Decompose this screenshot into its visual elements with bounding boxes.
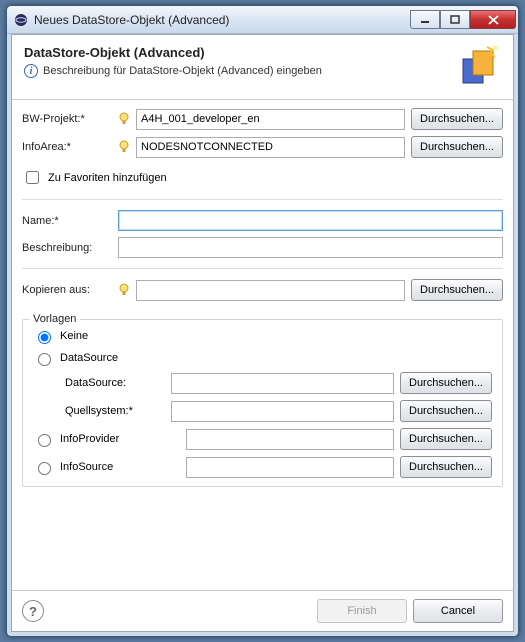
separator [22,268,503,269]
page-title: DataStore-Objekt (Advanced) [24,45,445,60]
template-datasource-radio[interactable]: DataSource [33,350,492,366]
wizard-header: DataStore-Objekt (Advanced) i Beschreibu… [12,35,513,100]
templates-group: Vorlagen Keine DataSource DataSource: Du… [22,319,503,487]
titlebar[interactable]: Neues DataStore-Objekt (Advanced) [7,6,518,34]
browse-datasource-button[interactable]: Durchsuchen... [400,372,492,394]
bw-project-input[interactable] [136,109,405,130]
copy-from-input[interactable] [136,280,405,301]
finish-button[interactable]: Finish [317,599,407,623]
radio-none-label: Keine [60,330,88,342]
favorites-checkbox-input[interactable] [26,171,39,184]
minimize-button[interactable] [410,10,440,29]
browse-infoarea-button[interactable]: Durchsuchen... [411,136,503,158]
window-controls [410,10,516,29]
lightbulb-icon [118,111,130,127]
radio-infosource[interactable] [38,462,51,475]
window-title: Neues DataStore-Objekt (Advanced) [34,13,410,27]
lightbulb-icon [118,139,130,155]
radio-infoprovider[interactable] [38,434,51,447]
browse-copy-from-button[interactable]: Durchsuchen... [411,279,503,301]
close-button[interactable] [470,10,516,29]
dialog-window: Neues DataStore-Objekt (Advanced) DataSt… [6,5,519,637]
radio-infoprovider-label: InfoProvider [60,433,119,445]
datastore-icon [457,45,501,89]
maximize-button[interactable] [440,10,470,29]
separator [22,199,503,200]
favorites-label: Zu Favoriten hinzufügen [48,172,167,184]
radio-infosource-label: InfoSource [60,461,113,473]
templates-group-title: Vorlagen [29,313,80,325]
name-input[interactable] [118,210,503,231]
eclipse-icon [13,12,29,28]
infosource-input[interactable] [186,457,394,478]
cancel-button[interactable]: Cancel [413,599,503,623]
browse-bw-project-button[interactable]: Durchsuchen... [411,108,503,130]
source-system-input[interactable] [171,401,394,422]
lightbulb-icon [118,282,130,298]
description-input[interactable] [118,237,503,258]
template-infoprovider-radio[interactable]: InfoProvider Durchsuchen... [33,428,492,450]
add-to-favorites-checkbox[interactable]: Zu Favoriten hinzufügen [22,164,503,189]
client-area: DataStore-Objekt (Advanced) i Beschreibu… [11,34,514,632]
name-label: Name:* [22,215,112,227]
datasource-input[interactable] [171,373,394,394]
infoarea-input[interactable] [136,137,405,158]
radio-none[interactable] [38,331,51,344]
page-subtitle: Beschreibung für DataStore-Objekt (Advan… [43,65,322,77]
source-system-sublabel: Quellsystem:* [65,405,165,417]
footer: ? Finish Cancel [12,590,513,631]
radio-datasource[interactable] [38,353,51,366]
browse-infoprovider-button[interactable]: Durchsuchen... [400,428,492,450]
browse-infosource-button[interactable]: Durchsuchen... [400,456,492,478]
bw-project-label: BW-Projekt:* [22,113,112,125]
infoprovider-input[interactable] [186,429,394,450]
infoarea-label: InfoArea:* [22,141,112,153]
radio-datasource-label: DataSource [60,352,118,364]
copy-from-label: Kopieren aus: [22,284,112,296]
datasource-sublabel: DataSource: [65,377,165,389]
template-infosource-radio[interactable]: InfoSource Durchsuchen... [33,456,492,478]
form-area: BW-Projekt:* Durchsuchen... InfoArea:* D… [12,100,513,590]
help-button[interactable]: ? [22,600,44,622]
browse-source-system-button[interactable]: Durchsuchen... [400,400,492,422]
info-icon: i [24,64,38,78]
template-none-radio[interactable]: Keine [33,328,492,344]
description-label: Beschreibung: [22,242,112,254]
